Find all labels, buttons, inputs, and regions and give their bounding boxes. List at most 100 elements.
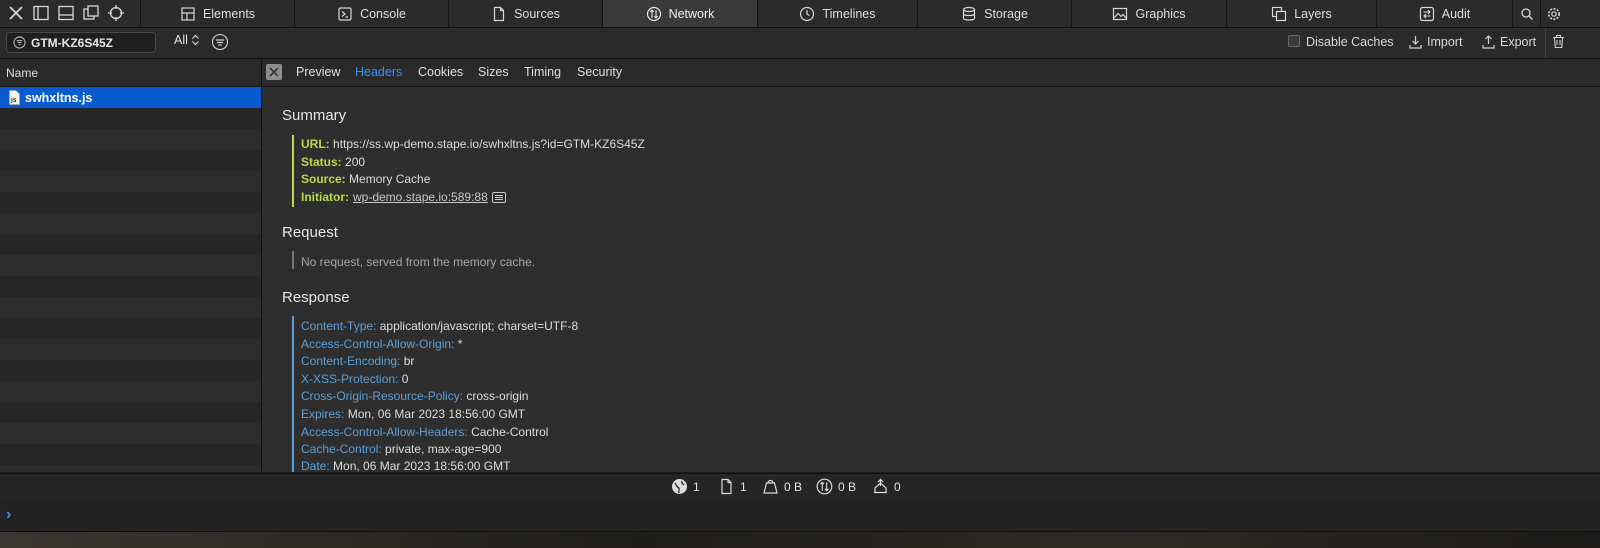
export-icon[interactable] [1482, 35, 1495, 49]
close-icon[interactable] [7, 4, 25, 22]
undock-icon[interactable] [82, 4, 100, 22]
empty-row [0, 108, 261, 129]
header-row: Access-Control-Allow-Headers: Cache-Cont… [301, 425, 549, 439]
tab-security[interactable]: Security [577, 65, 622, 79]
close-detail-button[interactable] [266, 64, 282, 80]
image-icon [1113, 7, 1128, 20]
request-bar [292, 251, 294, 269]
resource-type-select[interactable]: All [174, 33, 200, 47]
chevron-updown-icon [191, 34, 199, 46]
trash-icon [1553, 34, 1564, 49]
import-icon[interactable] [1409, 35, 1422, 49]
summary-url-row: URL: https://ss.wp-demo.stape.io/swhxltn… [301, 137, 645, 151]
import-button[interactable]: Import [1427, 35, 1462, 49]
filter-field[interactable] [6, 32, 156, 53]
summary-source-row: Source: Memory Cache [301, 172, 431, 186]
list-item[interactable]: JS swhxltns.js [0, 87, 261, 108]
clock-icon [800, 6, 815, 21]
quick-console[interactable]: › [0, 501, 1600, 532]
disable-caches-label[interactable]: Disable Caches [1306, 35, 1394, 49]
summary-bar [292, 135, 294, 207]
network-toolbar: All Disable Caches Import Export [0, 28, 1600, 59]
empty-row [0, 423, 261, 444]
header-row: Cache-Control: private, max-age=900 [301, 442, 502, 456]
empty-row [0, 360, 261, 381]
tab-timing[interactable]: Timing [524, 65, 561, 79]
document-icon [493, 6, 505, 21]
clear-log-button[interactable] [1552, 34, 1565, 49]
tab-storage[interactable]: Storage [917, 0, 1071, 27]
load-time: 0 [872, 478, 901, 495]
disable-caches-checkbox[interactable] [1288, 35, 1300, 47]
tab-elements[interactable]: Elements [140, 0, 294, 27]
tab-cookies[interactable]: Cookies [418, 65, 463, 79]
resource-size: 0 B [816, 478, 856, 495]
initiator-link[interactable]: wp-demo.stape.io:589:88 [353, 190, 488, 204]
empty-row [0, 213, 261, 234]
summary-initiator-row: Initiator: wp-demo.stape.io:589:88 [301, 190, 506, 204]
header-row: Expires: Mon, 06 Mar 2023 18:56:00 GMT [301, 407, 526, 421]
search-button[interactable] [1512, 0, 1540, 27]
empty-row [0, 276, 261, 297]
svg-text:JS: JS [10, 98, 17, 104]
empty-row [0, 150, 261, 171]
dock-bottom-icon[interactable] [57, 4, 75, 22]
tab-layers[interactable]: Layers [1226, 0, 1376, 27]
call-stack-icon[interactable] [491, 191, 506, 203]
header-row: Cross-Origin-Resource-Policy: cross-orig… [301, 389, 529, 403]
empty-row [0, 171, 261, 192]
filter-options-button[interactable] [211, 33, 229, 51]
settings-button[interactable] [1540, 0, 1567, 27]
database-icon [963, 6, 976, 21]
filter-input[interactable] [31, 35, 151, 50]
request-note: No request, served from the memory cache… [301, 255, 536, 269]
header-row: Content-Encoding: br [301, 354, 415, 368]
empty-row [0, 129, 261, 150]
empty-row [0, 339, 261, 360]
tab-preview[interactable]: Preview [296, 65, 340, 79]
header-row: X-XSS-Protection: 0 [301, 372, 409, 386]
export-button[interactable]: Export [1500, 35, 1536, 49]
tab-audit[interactable]: Audit [1376, 0, 1512, 27]
tab-headers[interactable]: Headers [355, 65, 402, 79]
response-heading: Response [282, 289, 350, 306]
tab-console[interactable]: Console [294, 0, 448, 27]
request-heading: Request [282, 224, 338, 241]
resource-list: Name JS swhxltns.js [0, 59, 262, 472]
response-bar [292, 316, 294, 472]
document-icon [721, 478, 732, 495]
transferred-size: 0 B [762, 478, 802, 495]
weight-icon [763, 479, 778, 494]
empty-row [0, 444, 261, 465]
header-row: Content-Type: application/javascript; ch… [301, 319, 579, 333]
empty-row [0, 318, 261, 339]
tab-sources[interactable]: Sources [448, 0, 602, 27]
name-column-header[interactable]: Name [0, 59, 261, 87]
search-icon [1520, 7, 1533, 20]
toolbar-divider [1545, 28, 1546, 58]
console-prompt-icon: › [6, 506, 12, 523]
filter-lines-icon [211, 33, 229, 51]
tab-network[interactable]: Network [602, 0, 757, 27]
empty-row [0, 297, 261, 318]
load-icon [874, 478, 887, 494]
network-icon [816, 478, 833, 495]
summary-status-row: Status: 200 [301, 155, 366, 169]
tab-timelines[interactable]: Timelines [757, 0, 917, 27]
document-count: 1 [718, 478, 747, 495]
resource-count: 1 [671, 478, 700, 495]
audit-icon [1419, 6, 1434, 21]
dock-left-icon[interactable] [32, 4, 50, 22]
tab-bar: Elements Console Sources Network Timelin… [0, 0, 1600, 28]
filter-icon [13, 36, 26, 49]
crosshair-icon[interactable] [107, 4, 125, 22]
elements-icon [181, 6, 195, 21]
tab-sizes[interactable]: Sizes [478, 65, 509, 79]
detail-tab-bar: Preview Headers Cookies Sizes Timing Sec… [262, 59, 1600, 87]
console-icon [338, 6, 352, 21]
empty-row [0, 402, 261, 423]
empty-row [0, 465, 261, 472]
tab-graphics[interactable]: Graphics [1071, 0, 1226, 27]
gear-icon [1548, 7, 1560, 20]
close-icon [269, 67, 279, 77]
